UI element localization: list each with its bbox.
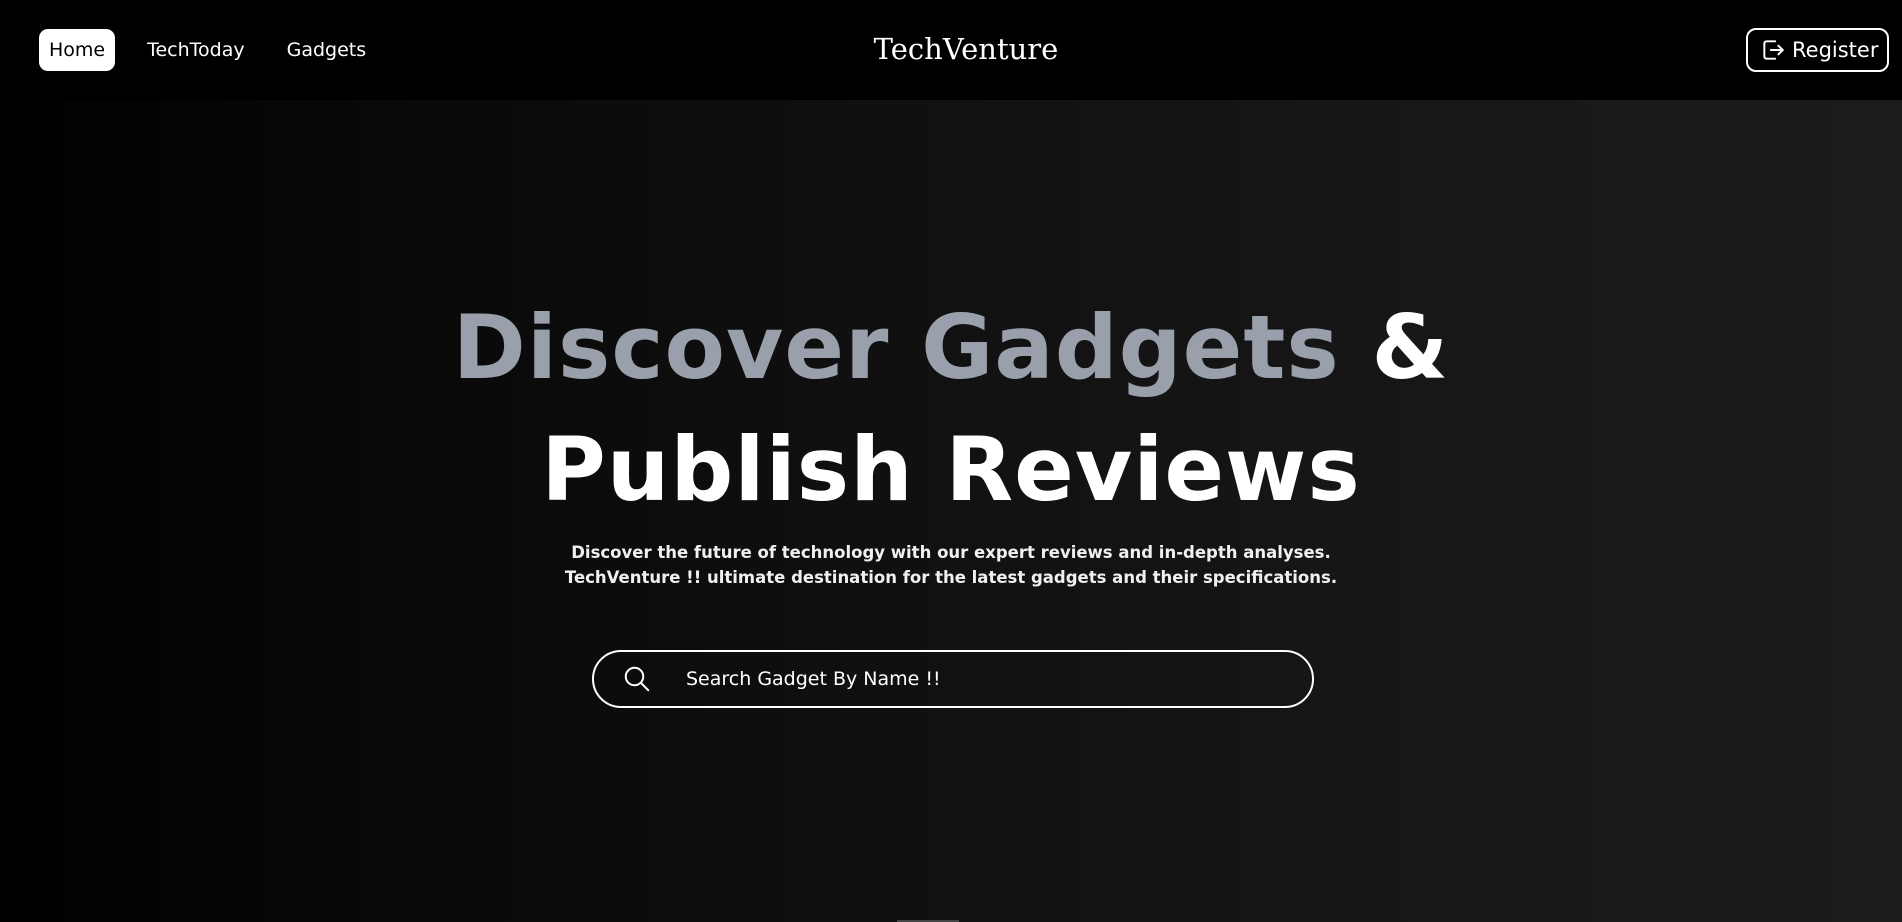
brand-logo[interactable]: TechVenture bbox=[874, 28, 1059, 70]
hero-subtitle: Discover the future of technology with o… bbox=[0, 540, 1902, 590]
search-bar[interactable] bbox=[592, 650, 1314, 708]
headline-accent-text: Discover Gadgets bbox=[452, 296, 1340, 399]
register-button[interactable]: Register bbox=[1746, 28, 1889, 72]
register-label: Register bbox=[1792, 38, 1879, 62]
search-icon[interactable] bbox=[622, 664, 652, 694]
hero-subtitle-line1: Discover the future of technology with o… bbox=[571, 543, 1331, 562]
hero-headline-line1: Discover Gadgets & bbox=[0, 286, 1902, 410]
headline-ampersand: & bbox=[1371, 296, 1450, 399]
logout-icon bbox=[1763, 40, 1784, 60]
brand-logo-container: TechVenture bbox=[0, 28, 1902, 70]
hero-headline-line2: Publish Reviews bbox=[541, 418, 1361, 521]
top-navbar: Home TechToday Gadgets TechVenture Regis… bbox=[0, 0, 1902, 100]
search-input[interactable] bbox=[686, 659, 1292, 699]
hero-subtitle-line2: TechVenture !! ultimate destination for … bbox=[564, 568, 1338, 587]
